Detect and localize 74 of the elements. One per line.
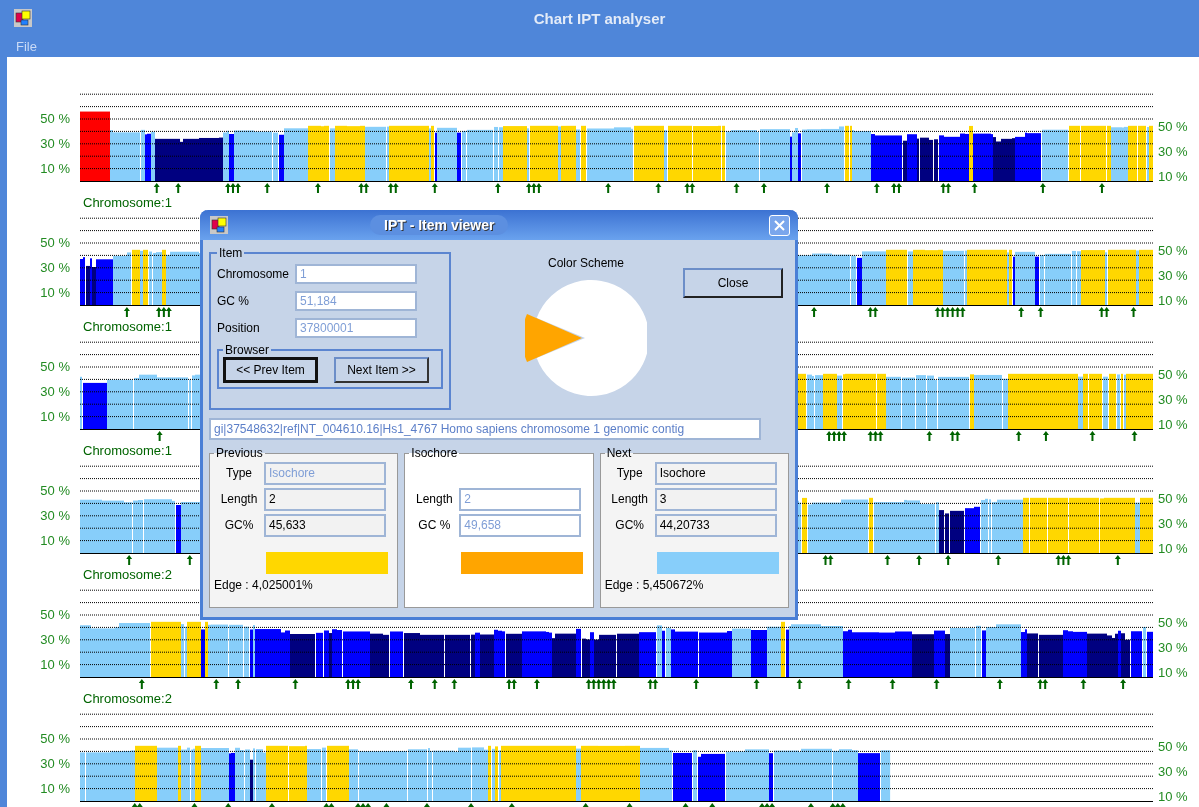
input-field[interactable]: 45,633	[264, 513, 386, 537]
field-label: Position	[217, 320, 261, 335]
axis-label: 10 %	[40, 657, 70, 674]
chromosome-label: Chromosome:1	[82, 197, 172, 206]
axis-label: 30 %	[40, 384, 70, 401]
axis-label: 30 %	[1158, 516, 1189, 533]
axis-label: 50 %	[40, 607, 70, 624]
group-label: Item	[218, 246, 244, 260]
field-label: GC %	[417, 518, 452, 532]
chromosome-label: Chromosome:2	[82, 569, 172, 578]
axis-label: 50 %	[1158, 119, 1189, 136]
input-field[interactable]: 2	[264, 487, 386, 511]
nav-button[interactable]: Next Item >>	[334, 357, 429, 383]
axis-label: 10 %	[1158, 417, 1189, 434]
close-icon[interactable]	[769, 214, 790, 236]
axis-label: 50 %	[40, 235, 70, 252]
input-field[interactable]: Isochore	[654, 461, 777, 485]
edge-label: Edge : 5,450672%	[604, 578, 704, 592]
axis-label: 30 %	[1158, 764, 1189, 781]
field-label: GC %	[217, 293, 250, 308]
close-button[interactable]: Close	[683, 268, 783, 298]
axis-label: 10 %	[1158, 541, 1189, 558]
app-icon	[14, 9, 32, 27]
axis-label: 10 %	[40, 533, 70, 550]
group-label: Previous	[215, 446, 264, 460]
axis-label: 50 %	[1158, 367, 1189, 384]
axis-label: 10 %	[40, 285, 70, 302]
axis-label: 10 %	[40, 781, 70, 798]
description-field[interactable]: gi|37548632|ref|NT_004610.16|Hs1_4767 Homo sapiens chromosome 1 genomic contig	[209, 418, 761, 440]
chromosome-label: Chromosome:2	[82, 693, 172, 702]
axis-label: 50 %	[40, 731, 70, 748]
axis-label: 30 %	[40, 632, 70, 649]
field-label: Length	[219, 492, 259, 506]
group-label: Isochore	[410, 446, 459, 460]
axis-label: 30 %	[1158, 392, 1189, 409]
axis-label: 10 %	[1158, 789, 1189, 806]
axis-label: 50 %	[1158, 615, 1189, 632]
axis-label: 50 %	[40, 111, 70, 128]
input-field[interactable]: 3	[654, 487, 777, 511]
field-label: Length	[414, 492, 454, 506]
axis-label: 30 %	[1158, 268, 1189, 285]
axis-label: 50 %	[1158, 739, 1189, 756]
axis-label: 10 %	[1158, 169, 1189, 186]
axis-label: 30 %	[40, 508, 70, 525]
axis-label: 50 %	[40, 483, 70, 500]
nav-button[interactable]: << Prev Item	[223, 357, 318, 383]
axis-label: 10 %	[1158, 665, 1189, 682]
axis-label: 50 %	[1158, 243, 1189, 260]
axis-label: 30 %	[40, 136, 70, 153]
axis-label: 30 %	[40, 756, 70, 773]
app-icon	[210, 216, 228, 234]
axis-label: 30 %	[1158, 640, 1189, 657]
field-label: Type	[225, 466, 253, 480]
window-title: Chart IPT analyser	[533, 9, 666, 27]
axis-label: 10 %	[1158, 293, 1189, 310]
axis-label: 30 %	[40, 260, 70, 277]
input-field[interactable]: 44,20733	[654, 513, 777, 537]
color-scheme-label: Color Scheme	[548, 256, 624, 270]
group-label: Next	[605, 446, 633, 460]
chromosome-label: Chromosome:1	[82, 321, 172, 330]
axis-label: 50 %	[40, 359, 70, 376]
dialog-title: IPT - Item viewer	[370, 215, 509, 235]
field-label: Chromosome	[217, 266, 291, 281]
group-label: Browser	[224, 343, 270, 357]
field-label: Type	[615, 466, 644, 480]
chromosome-label: Chromosome:1	[82, 445, 172, 454]
axis-label: 10 %	[40, 409, 70, 426]
field-label: Length	[610, 492, 649, 506]
edge-label: Edge : 4,025001%	[214, 578, 313, 592]
field-label: GC%	[223, 518, 255, 532]
field-label: GC%	[614, 518, 645, 532]
axis-label: 30 %	[1158, 144, 1189, 161]
axis-label: 50 %	[1158, 491, 1189, 508]
axis-label: 10 %	[40, 161, 70, 178]
